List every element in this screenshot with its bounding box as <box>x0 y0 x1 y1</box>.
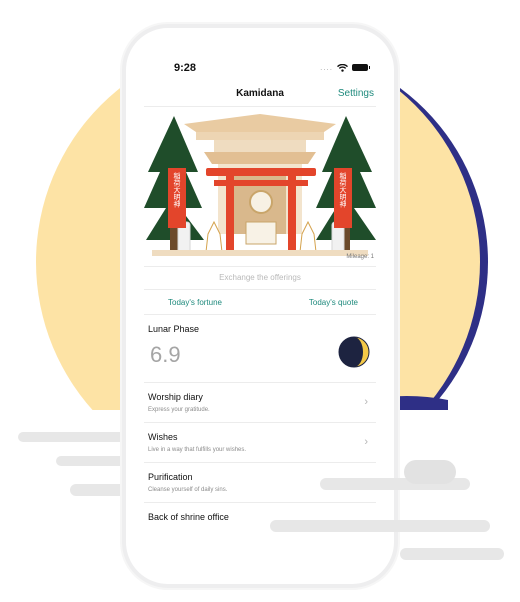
menu-item-subtitle: Cleanse yourself of daily sins. <box>148 487 228 493</box>
chevron-right-icon: › <box>364 436 368 448</box>
lunar-phase-section: Lunar Phase 6.9 <box>144 320 376 383</box>
menu-item-title: Worship diary <box>148 392 203 402</box>
menu-item-title: Wishes <box>148 432 178 442</box>
cloud-right-3 <box>400 548 504 560</box>
banner-left-text: 稲荷大明神 <box>173 172 181 209</box>
nav-bar: Kamidana Settings <box>144 88 376 107</box>
settings-button[interactable]: Settings <box>338 88 374 99</box>
battery-icon <box>352 64 370 71</box>
status-bar: 9:28 .... <box>144 62 376 78</box>
signal-icon: .... <box>320 63 333 72</box>
shrine-illustration[interactable]: 稲荷大明神 稲荷大明神 <box>144 110 376 262</box>
todays-quote-button[interactable]: Today's quote <box>309 298 358 307</box>
fortune-quote-row: Today's fortune Today's quote <box>144 292 376 315</box>
menu-item-title: Back of shrine office <box>148 512 229 522</box>
mileage-label: Mileage: 1 <box>346 254 374 260</box>
todays-fortune-button[interactable]: Today's fortune <box>168 298 222 307</box>
menu-item-title: Purification <box>148 472 193 482</box>
exchange-offerings-button[interactable]: Exchange the offerings <box>144 266 376 290</box>
status-time: 9:28 <box>174 62 197 74</box>
banner-right-text: 稲荷大明神 <box>339 172 347 209</box>
wifi-icon <box>337 63 348 72</box>
lunar-phase-value: 6.9 <box>150 342 181 367</box>
moon-phase-icon <box>338 336 370 368</box>
cloud-right-swirl <box>404 460 456 484</box>
status-icons: .... <box>320 63 370 72</box>
lunar-phase-title: Lunar Phase <box>148 324 200 334</box>
app-screen: 9:28 .... Kamidana Settings 稲荷大明神 稲荷大明神 … <box>144 28 376 584</box>
menu-item-wishes[interactable]: Wishes Live in a way that fulfills your … <box>144 424 376 463</box>
menu-item-worship-diary[interactable]: Worship diary Express your gratitude. › <box>144 384 376 423</box>
menu-item-subtitle: Express your gratitude. <box>148 407 210 413</box>
phone-frame: 9:28 .... Kamidana Settings 稲荷大明神 稲荷大明神 … <box>122 24 398 588</box>
menu-item-subtitle: Live in a way that fulfills your wishes. <box>148 447 247 453</box>
chevron-right-icon: › <box>364 396 368 408</box>
cloud-right-2 <box>270 520 490 532</box>
